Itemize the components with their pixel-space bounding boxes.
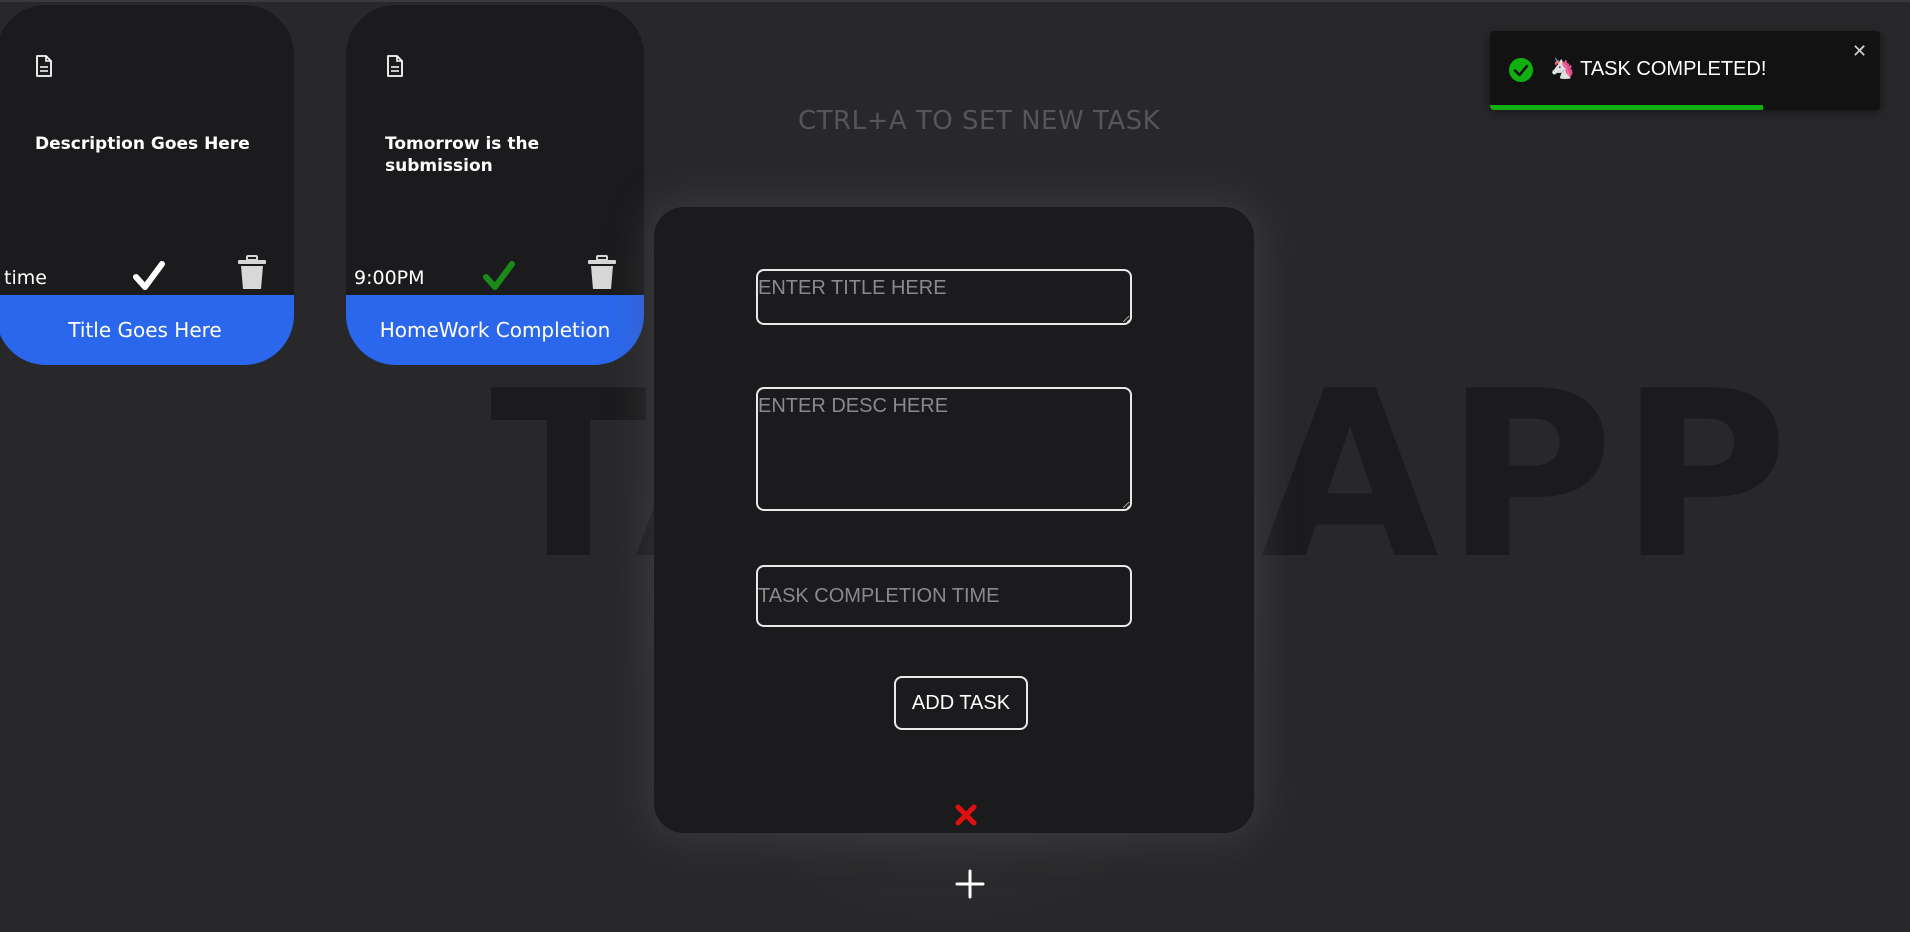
- toast-close-button[interactable]: ✕: [1852, 41, 1867, 62]
- task-title-bar: Title Goes Here: [0, 295, 294, 365]
- toast-notification: 🦄 TASK COMPLETED! ✕: [1490, 31, 1880, 110]
- document-icon: [387, 55, 403, 77]
- plus-icon[interactable]: [954, 868, 986, 900]
- close-icon[interactable]: [954, 803, 978, 827]
- task-time: time: [4, 267, 47, 289]
- task-card: Description Goes Here time Title Goes He…: [0, 5, 294, 365]
- toast-progress-bar: [1490, 105, 1763, 110]
- task-description: Description Goes Here: [35, 134, 250, 154]
- add-task-button[interactable]: ADD TASK: [894, 676, 1028, 730]
- task-card: Tomorrow is the submission 9:00PM HomeWo…: [346, 5, 644, 365]
- success-icon: [1509, 58, 1533, 82]
- task-title-bar: HomeWork Completion: [346, 295, 644, 365]
- description-input[interactable]: [756, 387, 1132, 511]
- toast-message: 🦄 TASK COMPLETED!: [1550, 58, 1767, 80]
- new-task-modal: ADD TASK: [654, 207, 1254, 833]
- shortcut-hint: CTRL+A TO SET NEW TASK: [798, 106, 1161, 136]
- check-icon[interactable]: [132, 259, 166, 293]
- task-description: Tomorrow is the submission: [385, 134, 540, 176]
- completion-time-input[interactable]: [756, 565, 1132, 627]
- trash-icon[interactable]: [586, 255, 618, 291]
- trash-icon[interactable]: [236, 255, 268, 291]
- check-icon[interactable]: [482, 259, 516, 293]
- task-time: 9:00PM: [354, 267, 425, 289]
- title-input[interactable]: [756, 269, 1132, 325]
- document-icon: [36, 55, 52, 77]
- task-app-page: TASK APP CTRL+A TO SET NEW TASK Descript…: [0, 0, 1910, 932]
